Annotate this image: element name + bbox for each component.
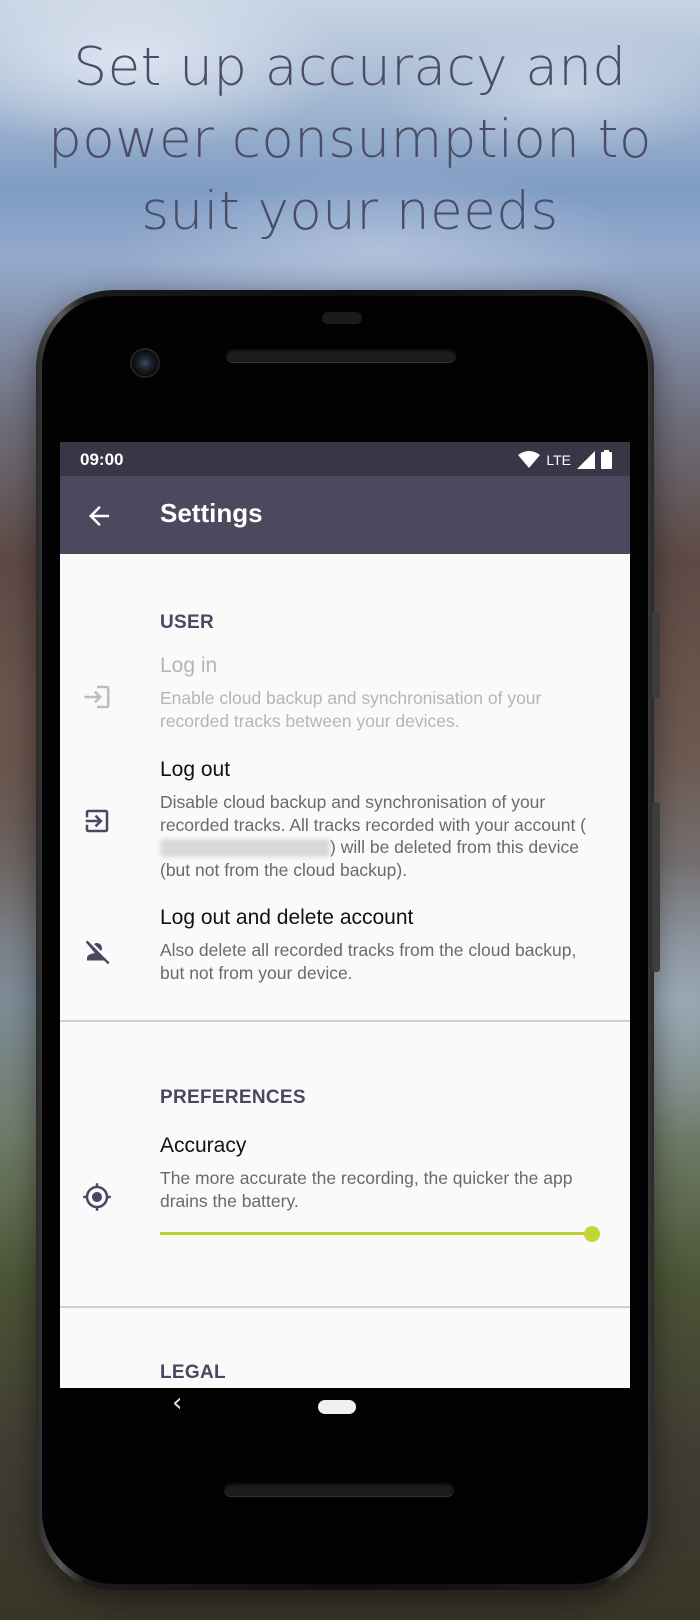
logout-icon bbox=[85, 809, 109, 833]
system-nav-bar: ‹ bbox=[0, 1388, 700, 1448]
headline-line-2: power consumption to bbox=[48, 109, 652, 170]
app-bar: Settings bbox=[60, 476, 630, 554]
accuracy-slider-thumb[interactable] bbox=[584, 1226, 600, 1242]
headline-line-3: suit your needs bbox=[141, 181, 559, 242]
earpiece bbox=[322, 312, 362, 324]
section-header-legal: LEGAL bbox=[160, 1362, 226, 1383]
pref-title: Accuracy bbox=[160, 1134, 247, 1157]
status-bar: 09:00 LTE bbox=[60, 442, 630, 476]
wifi-icon bbox=[518, 450, 541, 468]
section-header-user: USER bbox=[160, 612, 214, 633]
pref-title: Log in bbox=[160, 654, 218, 677]
redacted-email bbox=[160, 839, 330, 858]
status-time: 09:00 bbox=[80, 450, 124, 469]
signal-icon bbox=[577, 450, 595, 469]
pref-title: Log out bbox=[160, 758, 231, 781]
page-title: Settings bbox=[160, 498, 263, 528]
battery-icon bbox=[601, 450, 612, 469]
arrow-back-icon[interactable] bbox=[84, 501, 114, 531]
power-button bbox=[652, 612, 660, 698]
headline-line-1: Set up accuracy and bbox=[73, 37, 627, 98]
app-screen: 09:00 LTE Settings USER Log in Enable cl… bbox=[60, 442, 630, 1388]
status-icons: LTE bbox=[518, 450, 612, 469]
pref-log-out-delete[interactable]: Log out and delete account Also delete a… bbox=[60, 900, 630, 998]
section-header-preferences: PREFERENCES bbox=[160, 1087, 306, 1108]
front-camera bbox=[130, 348, 160, 378]
gps-fixed-icon bbox=[83, 1183, 111, 1211]
bottom-speaker bbox=[224, 1482, 454, 1496]
login-icon bbox=[84, 685, 110, 709]
nav-home-button[interactable] bbox=[318, 1400, 356, 1414]
section-divider bbox=[60, 1020, 630, 1022]
top-speaker bbox=[226, 348, 456, 362]
nav-back-icon[interactable]: ‹ bbox=[172, 1388, 182, 1418]
pref-summary: The more accurate the recording, the qui… bbox=[160, 1168, 573, 1211]
summary-text-before: Disable cloud backup and synchronisation… bbox=[160, 792, 587, 835]
promo-headline: Set up accuracy and power consumption to… bbox=[0, 32, 700, 248]
pref-summary: Enable cloud backup and synchronisation … bbox=[160, 688, 542, 731]
network-type: LTE bbox=[546, 451, 571, 468]
volume-button bbox=[652, 802, 660, 972]
pref-summary: Disable cloud backup and synchronisation… bbox=[160, 791, 600, 881]
section-divider bbox=[60, 1306, 630, 1308]
pref-accuracy[interactable]: Accuracy The more accurate the recording… bbox=[60, 1128, 630, 1288]
accuracy-slider-track[interactable] bbox=[160, 1232, 592, 1235]
person-off-icon bbox=[85, 940, 110, 965]
pref-title: Log out and delete account bbox=[160, 906, 414, 929]
pref-summary: Also delete all recorded tracks from the… bbox=[160, 940, 577, 983]
pref-log-in[interactable]: Log in Enable cloud backup and synchroni… bbox=[60, 648, 630, 744]
pref-log-out[interactable]: Log out Disable cloud backup and synchro… bbox=[60, 752, 630, 892]
